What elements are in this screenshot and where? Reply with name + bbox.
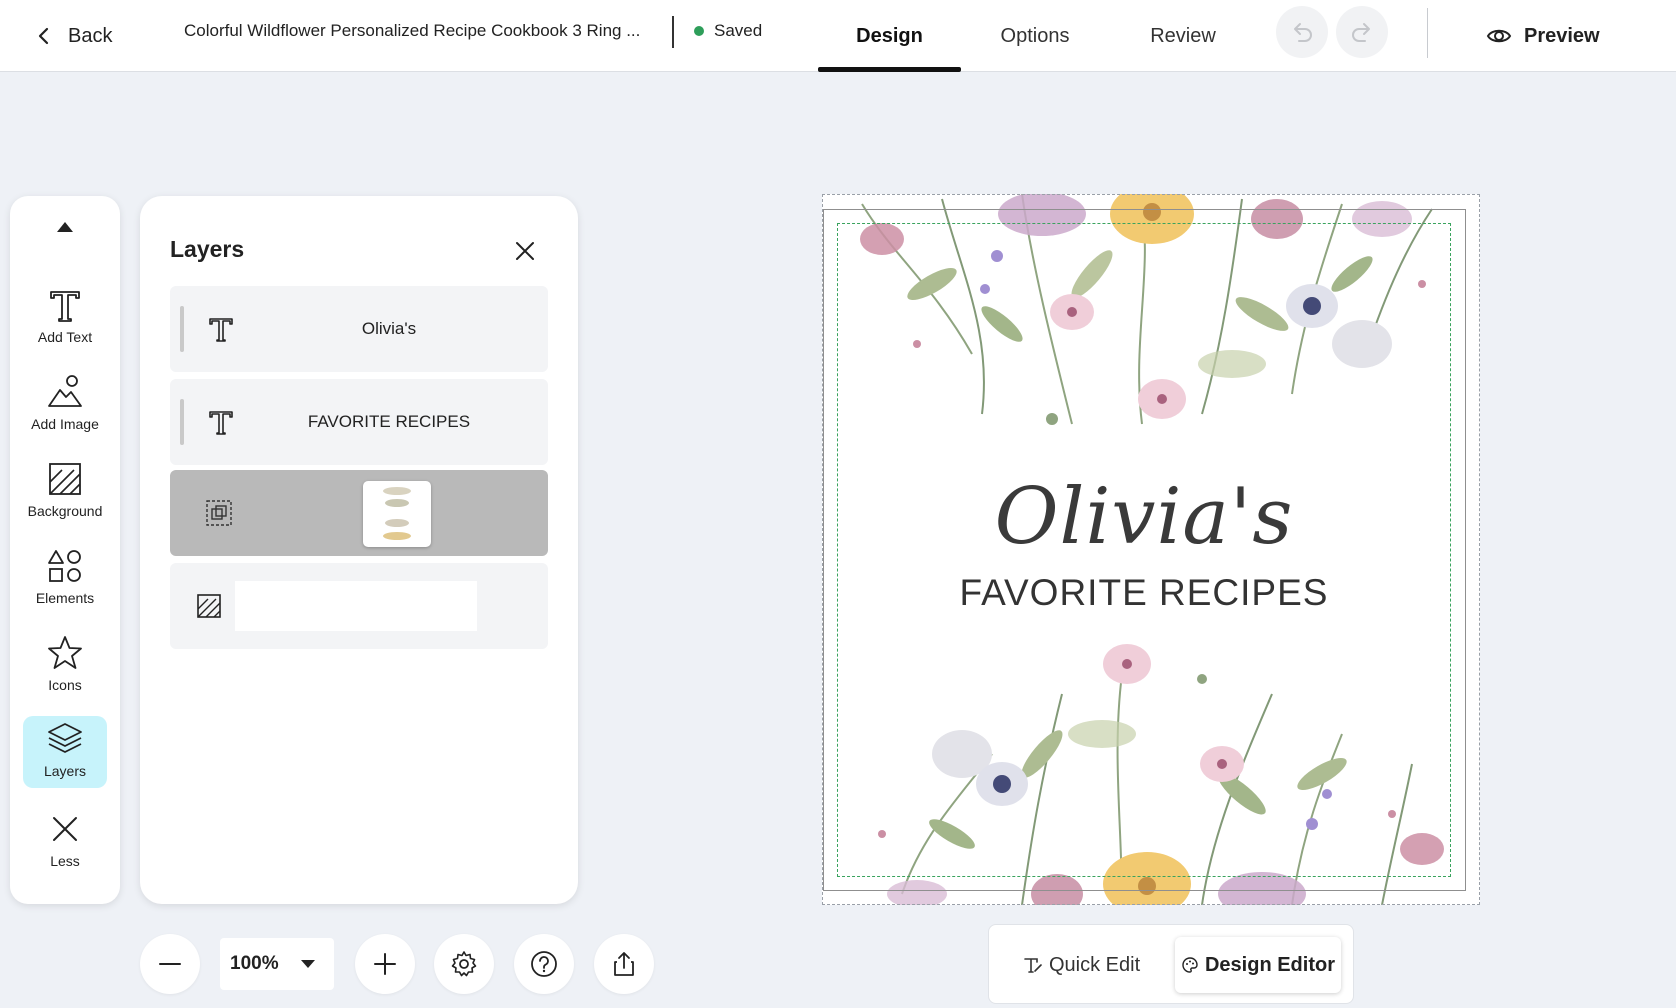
floral-thumbnail-icon <box>383 487 411 540</box>
less-label: Less <box>50 853 80 869</box>
preview-button[interactable]: Preview <box>1486 16 1600 56</box>
layers-label: Layers <box>43 763 87 779</box>
editor-mode-switch: Quick Edit Design Editor <box>988 924 1354 1004</box>
tab-options[interactable]: Options <box>990 0 1080 72</box>
drag-handle[interactable] <box>180 306 184 352</box>
background-label: Background <box>27 503 103 519</box>
drag-handle[interactable] <box>180 399 184 445</box>
save-status: Saved <box>694 18 762 44</box>
layer-label: Olivia's <box>361 319 417 338</box>
preview-divider <box>1427 8 1428 58</box>
text-layer-icon <box>209 411 233 435</box>
zoom-in-button[interactable] <box>355 934 415 994</box>
undo-icon <box>1294 23 1312 42</box>
layers-panel-title: Layers <box>170 236 245 262</box>
layer-item-favorite-recipes[interactable]: FAVORITE RECIPES <box>170 379 548 465</box>
shapes-icon <box>48 550 81 582</box>
add-image-tool[interactable]: Add Image <box>23 369 107 441</box>
redo-icon <box>1352 23 1370 42</box>
design-editor-button[interactable]: Design Editor <box>1175 937 1341 993</box>
design-editor-label: Design Editor <box>1204 953 1335 976</box>
zoom-value: 100% <box>230 953 279 974</box>
close-icon <box>53 817 77 841</box>
tab-design[interactable]: Design <box>818 0 961 72</box>
share-button[interactable] <box>594 934 654 994</box>
layer-item-background[interactable] <box>170 563 548 649</box>
redo-button[interactable] <box>1336 6 1388 58</box>
text-layer-icon <box>209 318 233 342</box>
canvas-subtitle-text[interactable]: FAVORITE RECIPES <box>822 572 1466 614</box>
plus-icon <box>374 953 396 975</box>
tool-rail: Add Text Add Image Background Elements I… <box>10 196 120 904</box>
quick-edit-label: Quick Edit <box>1049 953 1141 976</box>
layer-label: FAVORITE RECIPES <box>307 412 471 431</box>
layer-thumbnail <box>363 481 431 547</box>
background-swatch <box>235 581 477 631</box>
help-button[interactable] <box>514 934 574 994</box>
eye-icon <box>1486 29 1512 43</box>
share-icon <box>614 952 634 976</box>
add-text-tool[interactable]: Add Text <box>23 282 107 354</box>
back-button[interactable]: Back <box>34 16 112 56</box>
tab-design-label: Design <box>856 24 923 47</box>
icons-tool[interactable]: Icons <box>23 630 107 702</box>
layers-tool[interactable]: Layers <box>23 716 107 788</box>
star-icon <box>48 636 82 669</box>
saved-dot-icon <box>694 26 704 36</box>
quick-edit-button[interactable]: Quick Edit <box>1023 943 1140 987</box>
background-icon <box>49 463 81 495</box>
layers-icon <box>48 723 82 753</box>
canvas-title-text[interactable]: Olivia's <box>822 472 1466 562</box>
tab-options-label: Options <box>1000 24 1070 47</box>
add-image-label: Add Image <box>31 416 99 432</box>
text-icon <box>50 291 80 322</box>
zoom-select[interactable]: 100% <box>220 938 334 990</box>
close-panel-icon[interactable] <box>510 236 540 266</box>
preview-label: Preview <box>1524 24 1600 47</box>
top-bar: Back Colorful Wildflower Personalized Re… <box>0 0 1676 72</box>
layer-item-floral-group[interactable] <box>170 470 548 556</box>
settings-button[interactable] <box>434 934 494 994</box>
document-title: Colorful Wildflower Personalized Recipe … <box>184 21 641 40</box>
help-icon <box>531 951 557 977</box>
elements-tool[interactable]: Elements <box>23 543 107 615</box>
add-text-label: Add Text <box>37 329 93 345</box>
text-edit-icon <box>1024 958 1042 973</box>
less-tool[interactable]: Less <box>23 806 107 878</box>
icons-label: Icons <box>48 677 82 693</box>
elements-label: Elements <box>35 590 95 606</box>
tab-review[interactable]: Review <box>1143 0 1223 72</box>
title-divider <box>672 16 674 48</box>
chevron-left-icon <box>38 27 49 45</box>
palette-icon <box>1182 957 1198 973</box>
image-add-icon <box>48 375 82 407</box>
zoom-out-button[interactable] <box>140 934 200 994</box>
minus-icon <box>159 963 181 965</box>
group-layer-icon <box>206 500 232 526</box>
gear-icon <box>451 951 477 977</box>
back-label: Back <box>68 24 113 47</box>
layers-panel: Layers Olivia's FAVORITE RECIPES <box>140 196 578 904</box>
undo-button[interactable] <box>1276 6 1328 58</box>
background-layer-icon <box>197 594 221 618</box>
layer-item-olivias[interactable]: Olivia's <box>170 286 548 372</box>
background-tool[interactable]: Background <box>23 456 107 528</box>
caret-down-icon <box>301 960 315 968</box>
collapse-up-icon[interactable] <box>55 218 75 234</box>
tab-review-label: Review <box>1150 24 1216 47</box>
save-status-label: Saved <box>714 21 763 40</box>
